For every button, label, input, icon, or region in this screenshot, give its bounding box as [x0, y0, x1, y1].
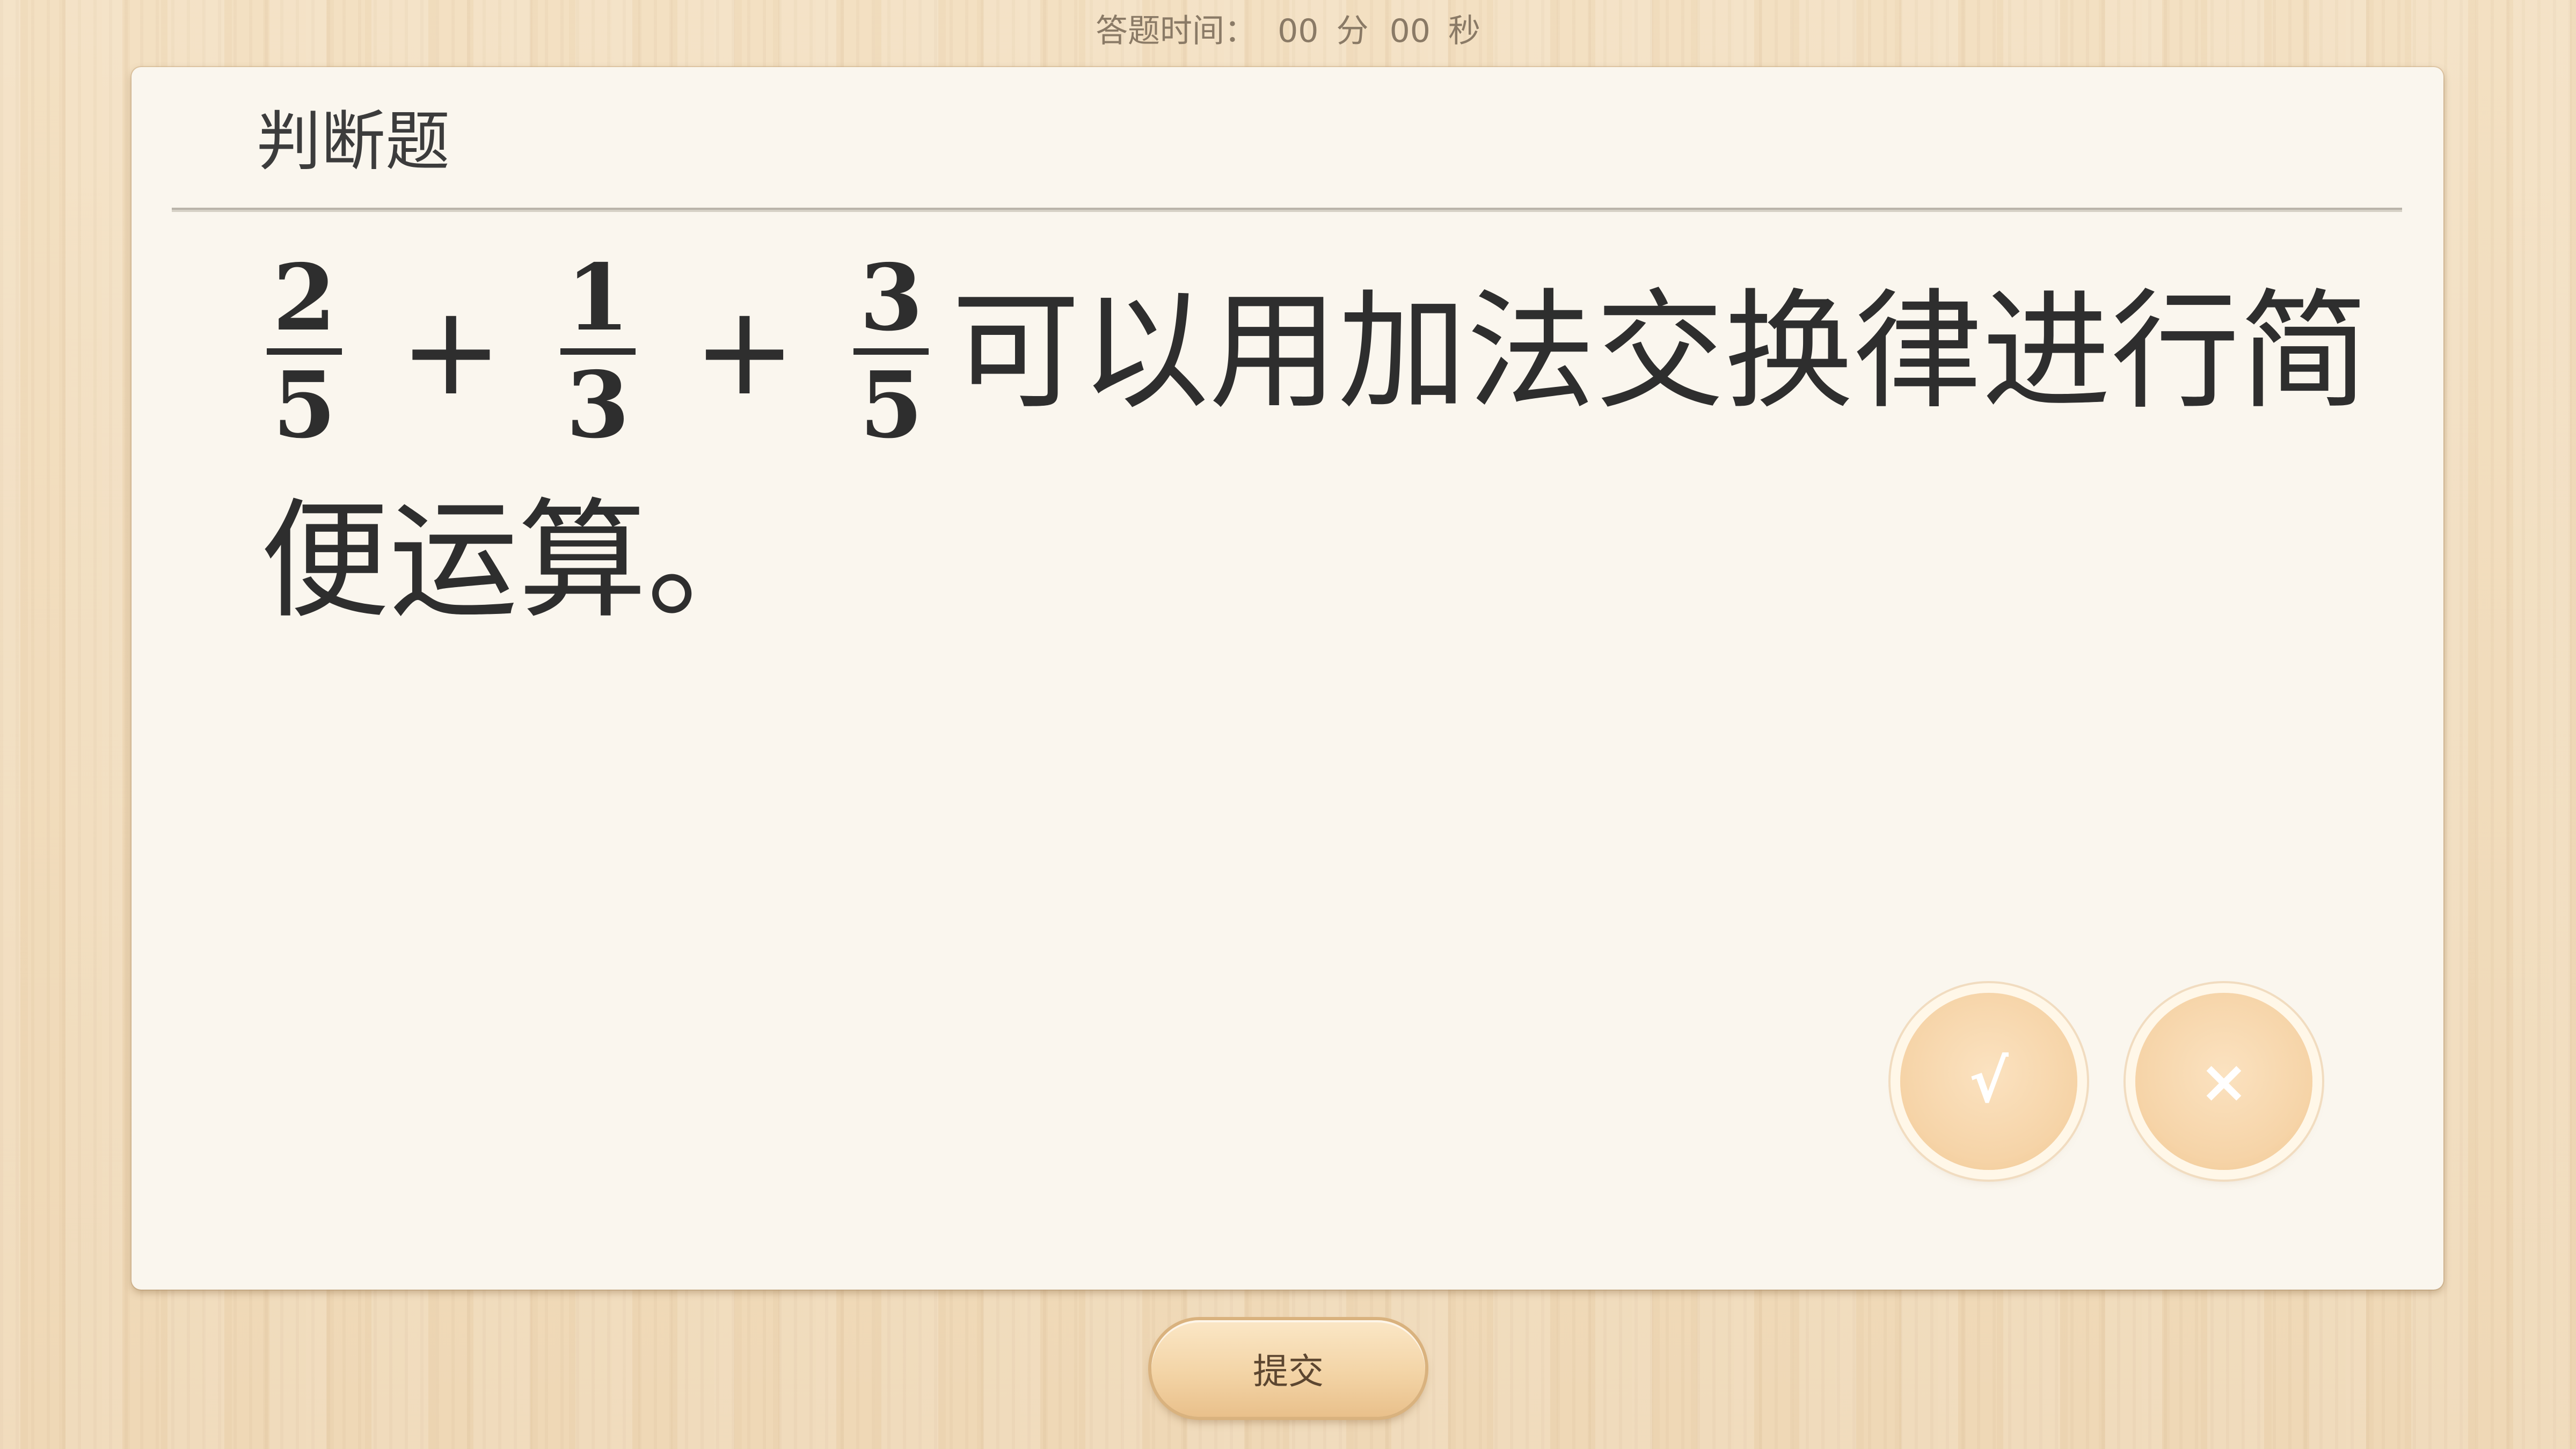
timer-minutes: 00 — [1278, 12, 1319, 50]
fraction-3-numerator: 3 — [859, 244, 923, 352]
question-line-1: 2 5 + 1 3 + 3 5 可以用加法交换律进行简 — [260, 239, 2407, 464]
plus-operator-1: + — [399, 280, 503, 423]
question-card: 判断题 2 5 + 1 3 + 3 5 可以用加法交换律进行简 便运算。 √ × — [132, 67, 2443, 1290]
fraction-2: 1 3 — [560, 250, 636, 453]
title-divider — [172, 208, 2402, 212]
false-answer-button[interactable]: × — [2135, 993, 2312, 1170]
fraction-2-denominator: 3 — [566, 352, 630, 459]
plus-operator-2: + — [692, 280, 797, 423]
fraction-3: 3 5 — [853, 250, 929, 453]
fraction-2-numerator: 1 — [566, 244, 630, 352]
submit-label: 提交 — [1253, 1351, 1324, 1392]
cross-icon: × — [2199, 1047, 2249, 1116]
question-body: 2 5 + 1 3 + 3 5 可以用加法交换律进行简 便运算。 — [260, 239, 2407, 641]
check-icon: √ — [1969, 1047, 2009, 1116]
submit-button[interactable]: 提交 — [1151, 1320, 1425, 1417]
timer-minutes-unit: 分 — [1336, 12, 1369, 50]
fraction-1-denominator: 5 — [272, 352, 337, 459]
question-text-line-2: 便运算。 — [260, 486, 776, 636]
fraction-3-denominator: 5 — [859, 352, 923, 459]
true-answer-button[interactable]: √ — [1900, 993, 2077, 1170]
question-text-line-1: 可以用加法交换律进行简 — [951, 276, 2369, 427]
timer-seconds-unit: 秒 — [1448, 12, 1481, 50]
question-type-title: 判断题 — [257, 105, 450, 179]
timer-seconds: 00 — [1389, 12, 1431, 50]
answer-timer: 答题时间： 00 分 00 秒 — [0, 4, 2576, 58]
fraction-1-numerator: 2 — [272, 244, 337, 352]
fraction-1: 2 5 — [267, 250, 342, 453]
timer-label: 答题时间： — [1095, 12, 1257, 50]
